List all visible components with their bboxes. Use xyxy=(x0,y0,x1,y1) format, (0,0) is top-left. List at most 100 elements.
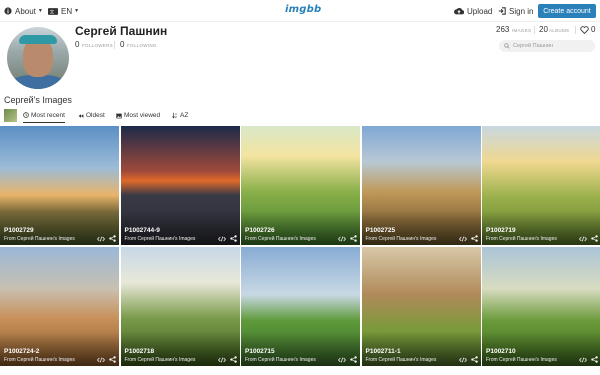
followers-label[interactable]: FOLLOWERS xyxy=(82,43,113,48)
image-title[interactable]: P1002726 xyxy=(245,227,275,234)
image-tile[interactable]: P1002719 From Сергей Пашнин's Images xyxy=(482,126,600,245)
images-count[interactable]: 263 xyxy=(496,25,509,34)
image-title[interactable]: P1002719 xyxy=(486,227,516,234)
share-icon[interactable] xyxy=(350,356,357,363)
albums-label[interactable]: ALBUMS xyxy=(549,28,569,33)
image-source[interactable]: From Сергей Пашнин's Images xyxy=(4,236,75,242)
sort-most-viewed[interactable]: Most viewed xyxy=(116,108,160,123)
language-icon: 文 xyxy=(48,7,58,15)
share-icon[interactable] xyxy=(591,235,598,242)
sort-oldest-label: Oldest xyxy=(86,112,105,119)
image-source[interactable]: From Сергей Пашнин's Images xyxy=(486,357,557,363)
about-menu[interactable]: About ▼ xyxy=(4,0,43,22)
share-icon[interactable] xyxy=(109,356,116,363)
share-icon[interactable] xyxy=(470,356,478,363)
info-icon xyxy=(4,7,12,15)
sort-most-viewed-label: Most viewed xyxy=(124,112,161,119)
image-tile[interactable]: P1002725 From Сергей Пашнин's Images xyxy=(361,126,481,245)
embed-code-icon[interactable] xyxy=(338,236,346,242)
albums-count[interactable]: 20 xyxy=(539,25,548,34)
image-source[interactable]: From Сергей Пашнин's Images xyxy=(125,357,196,363)
profile-name[interactable]: Сергей Пашнин xyxy=(75,24,167,38)
sort-az-label: AZ xyxy=(180,112,189,119)
image-title[interactable]: P1002710 xyxy=(486,348,516,355)
imgbb-logo[interactable]: imgbb xyxy=(285,4,321,15)
embed-code-icon[interactable] xyxy=(338,357,346,363)
likes-count: 0 xyxy=(591,25,596,34)
svg-text:Z: Z xyxy=(175,115,177,119)
image-tile[interactable]: P1002718 From Сергей Пашнин's Images xyxy=(120,247,240,366)
profile-search-input[interactable]: Сергей Пашнин xyxy=(499,40,595,52)
image-tile[interactable]: P1002729 From Сергей Пашнин's Images xyxy=(0,126,119,245)
image-title[interactable]: P1002715 xyxy=(245,348,275,355)
image-title[interactable]: P1002744-9 xyxy=(125,227,160,234)
images-label[interactable]: IMAGES xyxy=(512,28,531,33)
clock-icon xyxy=(23,112,29,118)
sort-most-recent[interactable]: Most recent xyxy=(23,108,65,123)
image-title[interactable]: P1002725 xyxy=(366,227,396,234)
search-placeholder: Сергей Пашнин xyxy=(513,43,554,49)
image-title[interactable]: P1002724-2 xyxy=(4,348,39,355)
image-tile[interactable]: P1002715 From Сергей Пашнин's Images xyxy=(241,247,360,366)
chevron-down-icon: ▼ xyxy=(37,8,43,14)
create-account-button[interactable]: Create account xyxy=(538,4,596,18)
cloud-upload-icon xyxy=(454,7,464,15)
rewind-icon xyxy=(78,113,84,118)
share-icon[interactable] xyxy=(229,235,237,242)
stat-divider xyxy=(534,26,535,34)
embed-code-icon[interactable] xyxy=(579,357,587,363)
image-source[interactable]: From Сергей Пашнин's Images xyxy=(366,236,437,242)
stat-divider xyxy=(575,26,576,34)
image-tile[interactable]: P1002711-1 From Сергей Пашнин's Images xyxy=(361,247,481,366)
share-icon[interactable] xyxy=(229,356,237,363)
embed-code-icon[interactable] xyxy=(97,236,105,242)
embed-code-icon[interactable] xyxy=(217,357,226,363)
image-tile[interactable]: P1002744-9 From Сергей Пашнин's Images xyxy=(120,126,240,245)
image-source[interactable]: From Сергей Пашнин's Images xyxy=(125,236,196,242)
followers-count[interactable]: 0 xyxy=(75,40,79,49)
image-icon xyxy=(116,113,122,118)
language-label: EN xyxy=(61,6,73,16)
sort-az[interactable]: AZ AZ xyxy=(172,108,188,123)
image-source[interactable]: From Сергей Пашнин's Images xyxy=(245,236,316,242)
embed-code-icon[interactable] xyxy=(97,357,105,363)
share-icon[interactable] xyxy=(350,235,357,242)
image-tile[interactable]: P1002710 From Сергей Пашнин's Images xyxy=(482,247,600,366)
sign-in-button[interactable]: Sign in xyxy=(498,0,533,22)
share-icon[interactable] xyxy=(109,235,116,242)
section-title: Сергей's Images xyxy=(4,95,72,105)
sort-bar: Most recent Oldest Most viewed AZ AZ xyxy=(0,108,600,123)
search-icon xyxy=(504,43,510,49)
sort-oldest[interactable]: Oldest xyxy=(78,108,105,123)
sign-in-label: Sign in xyxy=(509,6,534,16)
embed-code-icon[interactable] xyxy=(217,236,226,242)
avatar[interactable] xyxy=(7,27,69,89)
top-bar: About ▼ 文 EN ▼ imgbb Upload Sign in Crea… xyxy=(0,0,600,22)
image-source[interactable]: From Сергей Пашнин's Images xyxy=(486,236,557,242)
image-source[interactable]: From Сергей Пашнин's Images xyxy=(4,357,75,363)
chevron-down-icon: ▼ xyxy=(74,8,80,14)
following-label[interactable]: FOLLOWING xyxy=(127,43,157,48)
stat-divider xyxy=(114,41,115,49)
embed-code-icon[interactable] xyxy=(579,236,587,242)
image-source[interactable]: From Сергей Пашнин's Images xyxy=(366,357,437,363)
image-tile[interactable]: P1002726 From Сергей Пашнин's Images xyxy=(241,126,360,245)
about-label: About xyxy=(15,6,36,16)
sort-alpha-icon: AZ xyxy=(172,112,177,119)
embed-code-icon[interactable] xyxy=(458,357,467,363)
sort-most-recent-label: Most recent xyxy=(31,111,65,119)
sign-in-icon xyxy=(498,7,506,15)
share-icon[interactable] xyxy=(470,235,478,242)
embed-code-icon[interactable] xyxy=(458,236,467,242)
image-source[interactable]: From Сергей Пашнин's Images xyxy=(245,357,316,363)
heart-icon[interactable] xyxy=(580,26,589,34)
image-tile[interactable]: P1002724-2 From Сергей Пашнин's Images xyxy=(0,247,119,366)
share-icon[interactable] xyxy=(591,356,598,363)
upload-button[interactable]: Upload xyxy=(454,0,492,22)
language-menu[interactable]: 文 EN ▼ xyxy=(48,0,79,22)
following-count[interactable]: 0 xyxy=(120,40,124,49)
image-title[interactable]: P1002729 xyxy=(4,227,34,234)
image-title[interactable]: P1002718 xyxy=(125,348,155,355)
image-title[interactable]: P1002711-1 xyxy=(366,348,401,355)
upload-label: Upload xyxy=(467,6,493,16)
